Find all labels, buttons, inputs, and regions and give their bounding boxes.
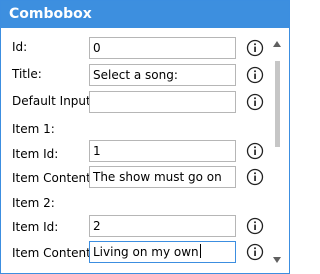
item-1-header: Item 1: — [12, 122, 55, 136]
title-input-value: Select a song: — [93, 68, 178, 82]
title-label: Title: — [12, 67, 42, 81]
info-circle-icon[interactable] — [246, 243, 264, 261]
item-1-id-label: Item Id: — [12, 147, 59, 161]
combobox-properties-panel: Combobox Id: 0 Title: Select a song: Def… — [0, 0, 290, 274]
item-2-content-label: Item Content: — [12, 246, 95, 260]
item-2-content-input[interactable]: Living on my own — [89, 241, 236, 263]
id-input-value: 0 — [93, 41, 101, 55]
info-circle-icon[interactable] — [246, 217, 264, 235]
item-2-id-value: 2 — [93, 219, 101, 233]
item-2-id-input[interactable]: 2 — [89, 215, 236, 237]
info-circle-icon[interactable] — [246, 168, 264, 186]
default-input-label: Default Input: — [12, 94, 95, 108]
item-2-header: Item 2: — [12, 196, 55, 210]
info-circle-icon[interactable] — [246, 39, 264, 57]
scroll-up-arrow-icon[interactable] — [272, 40, 282, 48]
panel-title-bar: Combobox — [1, 1, 289, 28]
default-input-field[interactable] — [89, 91, 236, 113]
item-1-content-input[interactable]: The show must go on — [89, 166, 236, 188]
item-1-content-label: Item Content: — [12, 171, 95, 185]
info-circle-icon[interactable] — [246, 142, 264, 160]
info-circle-icon[interactable] — [246, 93, 264, 111]
scroll-down-arrow-icon[interactable] — [272, 256, 282, 264]
item-1-id-input[interactable]: 1 — [89, 140, 236, 162]
scrollbar-thumb[interactable] — [275, 61, 280, 147]
item-2-id-label: Item Id: — [12, 220, 59, 234]
item-2-content-value: Living on my own — [93, 245, 199, 259]
id-input[interactable]: 0 — [89, 37, 236, 59]
item-1-id-value: 1 — [93, 144, 101, 158]
item-1-content-value: The show must go on — [93, 170, 222, 184]
id-label: Id: — [12, 40, 28, 54]
panel-title: Combobox — [9, 6, 92, 22]
title-input[interactable]: Select a song: — [89, 64, 236, 86]
info-circle-icon[interactable] — [246, 66, 264, 84]
text-caret — [199, 244, 201, 258]
